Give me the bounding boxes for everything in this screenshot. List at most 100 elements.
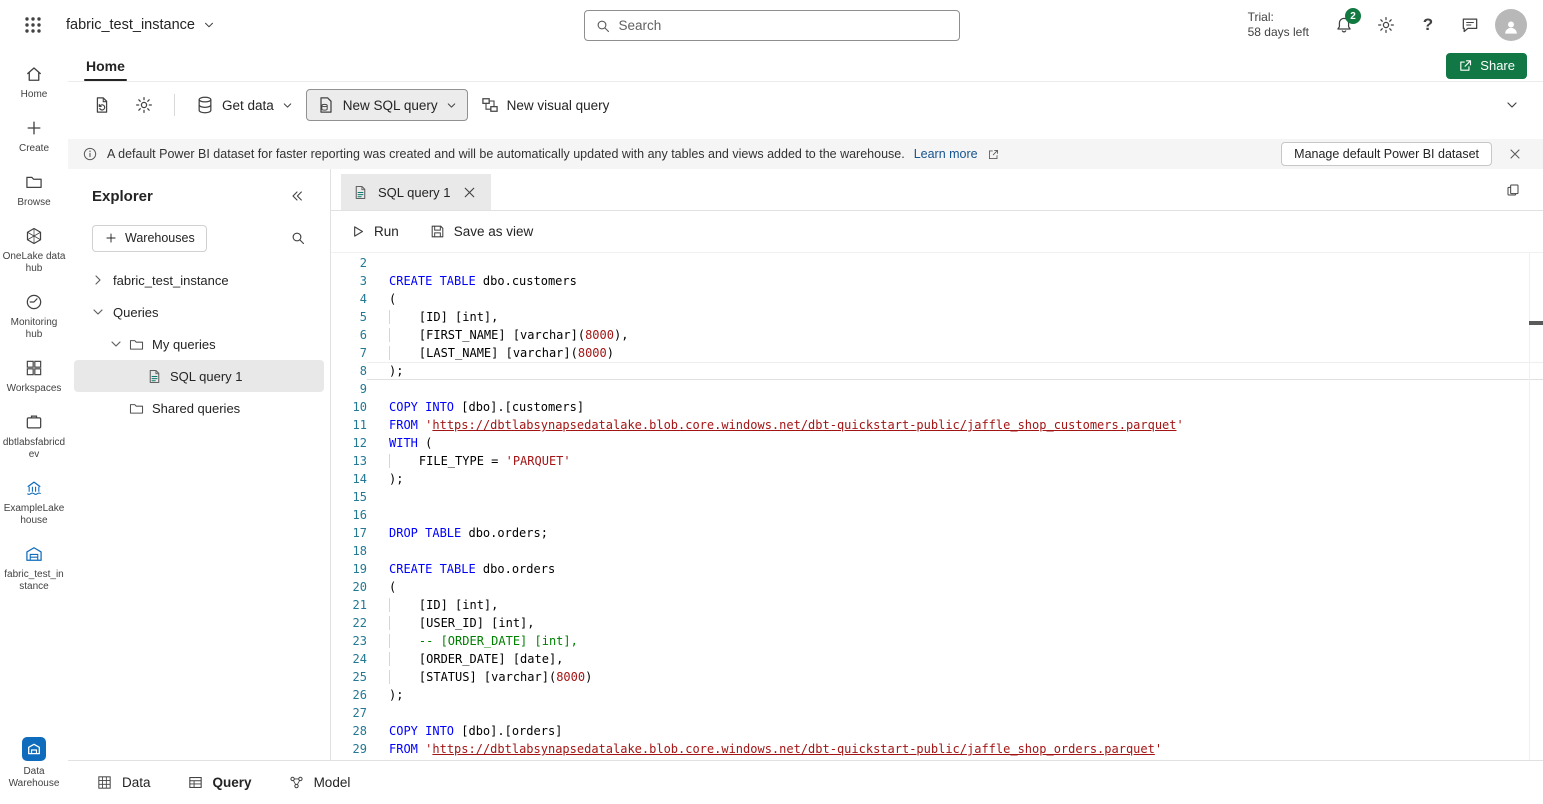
code-line-14[interactable]: 14); bbox=[331, 470, 1543, 488]
collapse-ribbon-button[interactable] bbox=[1495, 88, 1529, 122]
workspace-name: fabric_test_instance bbox=[66, 17, 195, 33]
bottom-tab-model[interactable]: Model bbox=[288, 774, 351, 791]
code-line-18[interactable]: 18 bbox=[331, 542, 1543, 560]
code-line-4[interactable]: 4( bbox=[331, 290, 1543, 308]
line-number: 8 bbox=[331, 362, 367, 380]
get-data-button[interactable]: Get data bbox=[185, 89, 304, 121]
code-text bbox=[367, 542, 1543, 560]
ribbon-tab-row: Home Share bbox=[68, 50, 1543, 82]
editor-tab-sql-query-1[interactable]: SQL query 1 bbox=[341, 174, 491, 210]
rail-item-data-warehouse[interactable]: Data Warehouse bbox=[1, 731, 67, 796]
add-warehouses-button[interactable]: Warehouses bbox=[92, 225, 207, 252]
copy-button[interactable] bbox=[1499, 176, 1527, 204]
sql-file-icon bbox=[352, 184, 369, 201]
app-launcher-button[interactable] bbox=[16, 8, 50, 42]
left-rail: Home Create Browse OneLake data hubMonitori… bbox=[0, 50, 68, 804]
code-line-22[interactable]: 22 [USER_ID] [int], bbox=[331, 614, 1543, 632]
grid-icon bbox=[96, 774, 113, 791]
explorer-search-button[interactable] bbox=[284, 224, 312, 252]
bottom-tab-query[interactable]: Query bbox=[187, 774, 252, 791]
banner-close-button[interactable] bbox=[1501, 140, 1529, 168]
collapse-explorer-button[interactable] bbox=[284, 183, 310, 209]
account-avatar[interactable] bbox=[1495, 9, 1527, 41]
code-line-21[interactable]: 21 [ID] [int], bbox=[331, 596, 1543, 614]
monitoring-icon bbox=[24, 292, 44, 312]
code-line-13[interactable]: 13 FILE_TYPE = 'PARQUET' bbox=[331, 452, 1543, 470]
manage-dataset-button[interactable]: Manage default Power BI dataset bbox=[1281, 142, 1492, 166]
share-label: Share bbox=[1480, 58, 1515, 73]
workspace-switcher[interactable]: fabric_test_instance bbox=[60, 13, 222, 37]
code-line-15[interactable]: 15 bbox=[331, 488, 1543, 506]
feedback-button[interactable] bbox=[1453, 8, 1487, 42]
code-line-26[interactable]: 26); bbox=[331, 686, 1543, 704]
settings-gear-button[interactable] bbox=[124, 89, 164, 121]
learn-more-link[interactable]: Learn more bbox=[914, 147, 978, 161]
rail-item-fabric-test-instance[interactable]: fabric_test_instance bbox=[1, 538, 67, 599]
code-line-19[interactable]: 19CREATE TABLE dbo.orders bbox=[331, 560, 1543, 578]
code-line-3[interactable]: 3CREATE TABLE dbo.customers bbox=[331, 272, 1543, 290]
workspaces-icon bbox=[24, 358, 44, 378]
save-as-view-button[interactable]: Save as view bbox=[429, 223, 534, 240]
code-line-29[interactable]: 29FROM 'https://dbtlabsynapsedatalake.bl… bbox=[331, 740, 1543, 758]
rail-item-create[interactable]: Create bbox=[1, 112, 67, 161]
tree-item-my-queries[interactable]: My queries bbox=[74, 328, 324, 360]
folder-icon bbox=[128, 336, 145, 353]
tab-close-button[interactable] bbox=[460, 182, 480, 202]
code-line-23[interactable]: 23 -- [ORDER_DATE] [int], bbox=[331, 632, 1543, 650]
code-line-2[interactable]: 2 bbox=[331, 254, 1543, 272]
line-number: 10 bbox=[331, 398, 367, 416]
settings-button[interactable] bbox=[1369, 8, 1403, 42]
code-line-16[interactable]: 16 bbox=[331, 506, 1543, 524]
rail-item-browse[interactable]: Browse bbox=[1, 166, 67, 215]
run-label: Run bbox=[374, 224, 399, 239]
refresh-item-button[interactable] bbox=[82, 89, 122, 121]
editor-scrollbar[interactable] bbox=[1529, 253, 1543, 760]
help-button[interactable] bbox=[1411, 8, 1445, 42]
query-toolbar: Run Save as view bbox=[331, 211, 1543, 253]
code-line-9[interactable]: 9 bbox=[331, 380, 1543, 398]
rail-item-examplelakehouse[interactable]: ExampleLakehouse bbox=[1, 472, 67, 533]
tree-item-shared-queries[interactable]: Shared queries bbox=[74, 392, 324, 424]
code-line-24[interactable]: 24 [ORDER_DATE] [date], bbox=[331, 650, 1543, 668]
code-line-20[interactable]: 20( bbox=[331, 578, 1543, 596]
save-as-view-label: Save as view bbox=[454, 224, 534, 239]
code-line-28[interactable]: 28COPY INTO [dbo].[orders] bbox=[331, 722, 1543, 740]
code-line-7[interactable]: 7 [LAST_NAME] [varchar](8000) bbox=[331, 344, 1543, 362]
tree-item-queries[interactable]: Queries bbox=[74, 296, 324, 328]
code-line-6[interactable]: 6 [FIRST_NAME] [varchar](8000), bbox=[331, 326, 1543, 344]
share-button[interactable]: Share bbox=[1446, 53, 1527, 79]
notifications-button[interactable]: 2 bbox=[1327, 8, 1361, 42]
bottom-tab-data[interactable]: Data bbox=[96, 774, 151, 791]
code-line-11[interactable]: 11FROM 'https://dbtlabsynapsedatalake.bl… bbox=[331, 416, 1543, 434]
topbar: fabric_test_instance Trial: 58 days left… bbox=[0, 0, 1543, 50]
code-text: ); bbox=[367, 362, 1543, 380]
rail-item-onelake-data-hub[interactable]: OneLake data hub bbox=[1, 220, 67, 281]
tree-item-sql-query-1[interactable]: SQL query 1 bbox=[74, 360, 324, 392]
code-line-25[interactable]: 25 [STATUS] [varchar](8000) bbox=[331, 668, 1543, 686]
line-number: 18 bbox=[331, 542, 367, 560]
tree-item-fabric-test-instance[interactable]: fabric_test_instance bbox=[74, 264, 324, 296]
code-line-27[interactable]: 27 bbox=[331, 704, 1543, 722]
code-line-12[interactable]: 12WITH ( bbox=[331, 434, 1543, 452]
rail-item-label: ExampleLakehouse bbox=[2, 503, 66, 527]
sql-code-editor[interactable]: 23CREATE TABLE dbo.customers4(5 [ID] [in… bbox=[331, 253, 1543, 760]
code-line-8[interactable]: 8); bbox=[331, 362, 1543, 380]
ribbon-tab-home[interactable]: Home bbox=[84, 50, 127, 81]
rail-item-dbtlabsfabricdev[interactable]: dbtlabsfabricdev bbox=[1, 406, 67, 467]
code-line-5[interactable]: 5 [ID] [int], bbox=[331, 308, 1543, 326]
new-visual-query-button[interactable]: New visual query bbox=[470, 89, 620, 121]
search-icon bbox=[595, 18, 611, 34]
info-icon bbox=[82, 146, 98, 162]
rail-item-home[interactable]: Home bbox=[1, 58, 67, 107]
search-input[interactable] bbox=[619, 18, 949, 33]
rail-item-monitoring-hub[interactable]: Monitoring hub bbox=[1, 286, 67, 347]
code-line-17[interactable]: 17DROP TABLE dbo.orders; bbox=[331, 524, 1543, 542]
run-button[interactable]: Run bbox=[349, 223, 399, 240]
rail-item-workspaces[interactable]: Workspaces bbox=[1, 352, 67, 401]
code-line-10[interactable]: 10COPY INTO [dbo].[customers] bbox=[331, 398, 1543, 416]
line-number: 16 bbox=[331, 506, 367, 524]
line-number: 9 bbox=[331, 380, 367, 398]
new-sql-query-button[interactable]: New SQL query bbox=[306, 89, 468, 121]
scrollbar-cursor-marker bbox=[1529, 321, 1543, 325]
bottom-tab-label: Model bbox=[314, 775, 351, 790]
